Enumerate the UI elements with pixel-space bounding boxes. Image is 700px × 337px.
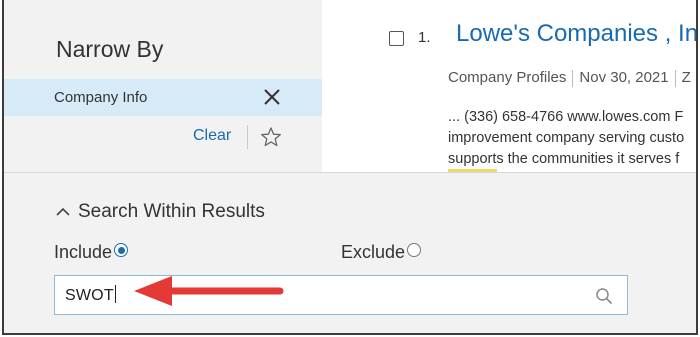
result-number: 1. <box>418 29 431 46</box>
exclude-option[interactable]: Exclude <box>341 242 422 263</box>
close-icon[interactable] <box>261 86 283 108</box>
include-label: Include <box>54 242 113 262</box>
result-meta-extra: Z <box>681 69 691 86</box>
search-within-panel: Search Within Results Include Exclude SW… <box>4 172 696 333</box>
app-frame: Narrow By Company Info Clear 1. Lowe's C… <box>2 0 698 335</box>
search-icon[interactable] <box>595 287 613 305</box>
result-snippet-line: supports the communities it serves f <box>448 151 680 167</box>
active-filter-row: Company Info <box>4 79 322 116</box>
search-query-text: SWOT <box>65 285 116 305</box>
arrow-annotation <box>134 276 284 306</box>
include-option[interactable]: Include <box>54 242 129 263</box>
narrow-by-title: Narrow By <box>56 36 164 62</box>
result-checkbox[interactable] <box>389 31 404 46</box>
result-snippet-line: improvement company serving custo <box>448 130 685 146</box>
results-list: 1. Lowe's Companies , Inc Company Profil… <box>322 0 696 172</box>
narrow-by-sidebar: Narrow By Company Info Clear <box>4 0 322 172</box>
star-icon[interactable] <box>260 126 282 148</box>
search-query-value: SWOT <box>65 287 114 304</box>
result-title-link[interactable]: Lowe's Companies , Inc <box>456 20 696 48</box>
divider <box>247 125 248 149</box>
clear-filters-link[interactable]: Clear <box>193 127 231 145</box>
search-within-heading: Search Within Results <box>78 201 265 222</box>
result-source: Company Profiles <box>448 69 567 86</box>
result-meta: Company Profiles Nov 30, 2021 Z <box>448 69 691 87</box>
active-filter-label: Company Info <box>54 89 148 106</box>
result-snippet-line: ... (336) 658-4766 www.lowes.com F <box>448 109 684 125</box>
result-date: Nov 30, 2021 <box>579 69 669 86</box>
exclude-radio[interactable] <box>407 243 422 257</box>
include-radio[interactable] <box>114 243 129 257</box>
exclude-label: Exclude <box>341 242 406 262</box>
chevron-up-icon <box>56 207 70 216</box>
search-within-toggle[interactable]: Search Within Results <box>56 201 265 223</box>
